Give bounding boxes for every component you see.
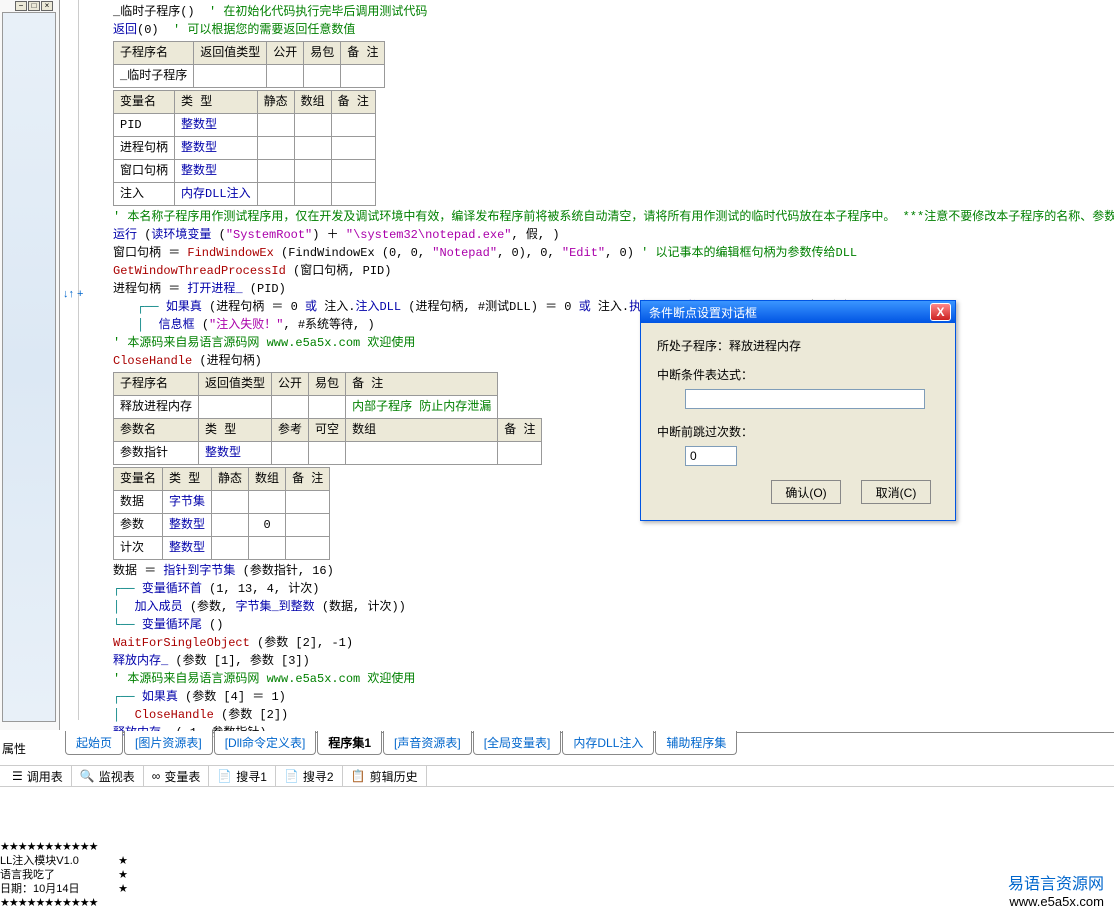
left-panel: − □ ×: [0, 0, 60, 730]
editor-tabs: 起始页 [图片资源表] [Dll命令定义表] 程序集1 [声音资源表] [全局变…: [65, 733, 738, 755]
return-kw: 返回: [113, 23, 137, 37]
skip-input[interactable]: [685, 446, 737, 466]
btab-calls[interactable]: ☰调用表: [4, 766, 72, 787]
close-icon[interactable]: X: [930, 303, 951, 321]
panel-close-button[interactable]: ×: [41, 1, 53, 11]
panel-dash-button[interactable]: −: [15, 1, 27, 11]
condition-label: 中断条件表达式：: [657, 366, 939, 383]
dialog-title-text: 条件断点设置对话框: [649, 304, 757, 321]
glasses-icon: ∞: [152, 769, 161, 783]
comment: ' 本名称子程序用作测试程序用，仅在开发及调试环境中有效，编译发布程序前将被系统…: [113, 210, 1114, 224]
watermark: 易语言资源网 www.e5a5x.com: [1008, 870, 1104, 909]
code-editor[interactable]: _临时子程序() ' 在初始化代码执行完毕后调用测试代码 返回(0) ' 可以根…: [113, 3, 1113, 742]
comment: ' 在初始化代码执行完毕后调用测试代码: [209, 5, 427, 19]
code-gutter-fold[interactable]: [79, 0, 111, 720]
list-icon: ☰: [12, 769, 23, 783]
properties-label: 属性: [2, 740, 26, 757]
tab-image-res[interactable]: [图片资源表]: [124, 731, 213, 755]
btab-clip[interactable]: 📋剪辑历史: [343, 766, 427, 787]
tab-sound-res[interactable]: [声音资源表]: [383, 731, 472, 755]
btab-search1[interactable]: 📄搜寻1: [209, 766, 276, 787]
sub-decl-table: 子程序名返回值类型公开易包备 注 _临时子程序: [113, 41, 385, 88]
skip-label: 中断前跳过次数：: [657, 423, 939, 440]
module-info: ★★★★★★★★★★★ LL注入模块V1.0★ 语言我吃了★ 日期：10月14日…: [0, 840, 128, 910]
page-search-icon: 📄: [284, 769, 299, 783]
tab-start[interactable]: 起始页: [65, 731, 123, 755]
tab-dll-cmd[interactable]: [Dll命令定义表]: [214, 731, 317, 755]
dialog-titlebar[interactable]: 条件断点设置对话框 X: [641, 301, 955, 323]
left-toolbar: − □ ×: [14, 0, 60, 10]
condition-input[interactable]: [685, 389, 925, 409]
sub-name: _临时子程序: [113, 5, 180, 19]
sub-location-label: 所处子程序：释放进程内存: [657, 337, 939, 354]
sub-decl-table2: 子程序名返回值类型公开易包备 注 释放进程内存内部子程序 防止内存泄漏 参数名类…: [113, 372, 542, 465]
breakpoint-dialog: 条件断点设置对话框 X 所处子程序：释放进程内存 中断条件表达式： 中断前跳过次…: [640, 300, 956, 521]
tab-helper[interactable]: 辅助程序集: [655, 731, 737, 755]
panel-box-button[interactable]: □: [28, 1, 40, 11]
var-table: 变量名类 型静态数组备 注 PID整数型 进程句柄整数型 窗口句柄整数型 注入内…: [113, 90, 376, 206]
btab-watch[interactable]: 🔍监视表: [72, 766, 144, 787]
bottom-panel-tabs: ☰调用表 🔍监视表 ∞变量表 📄搜寻1 📄搜寻2 📋剪辑历史: [0, 765, 1114, 787]
btab-vars[interactable]: ∞变量表: [144, 766, 210, 787]
ok-button[interactable]: 确认(O): [771, 480, 841, 504]
clipboard-icon: 📋: [351, 769, 366, 783]
search-icon: 🔍: [80, 769, 95, 783]
code-gutter: [61, 0, 79, 720]
tab-mem-dll[interactable]: 内存DLL注入: [562, 731, 654, 755]
fold-marker[interactable]: ↓↑ +: [63, 288, 83, 300]
table-cell[interactable]: _临时子程序: [114, 65, 194, 88]
btab-search2[interactable]: 📄搜寻2: [276, 766, 343, 787]
left-preview: [2, 12, 56, 722]
page-search-icon: 📄: [217, 769, 232, 783]
tab-global-var[interactable]: [全局变量表]: [473, 731, 562, 755]
tab-progset1[interactable]: 程序集1: [317, 731, 382, 755]
var-table2: 变量名类 型静态数组备 注 数据字节集 参数整数型0 计次整数型: [113, 467, 330, 560]
cancel-button[interactable]: 取消(C): [861, 480, 931, 504]
